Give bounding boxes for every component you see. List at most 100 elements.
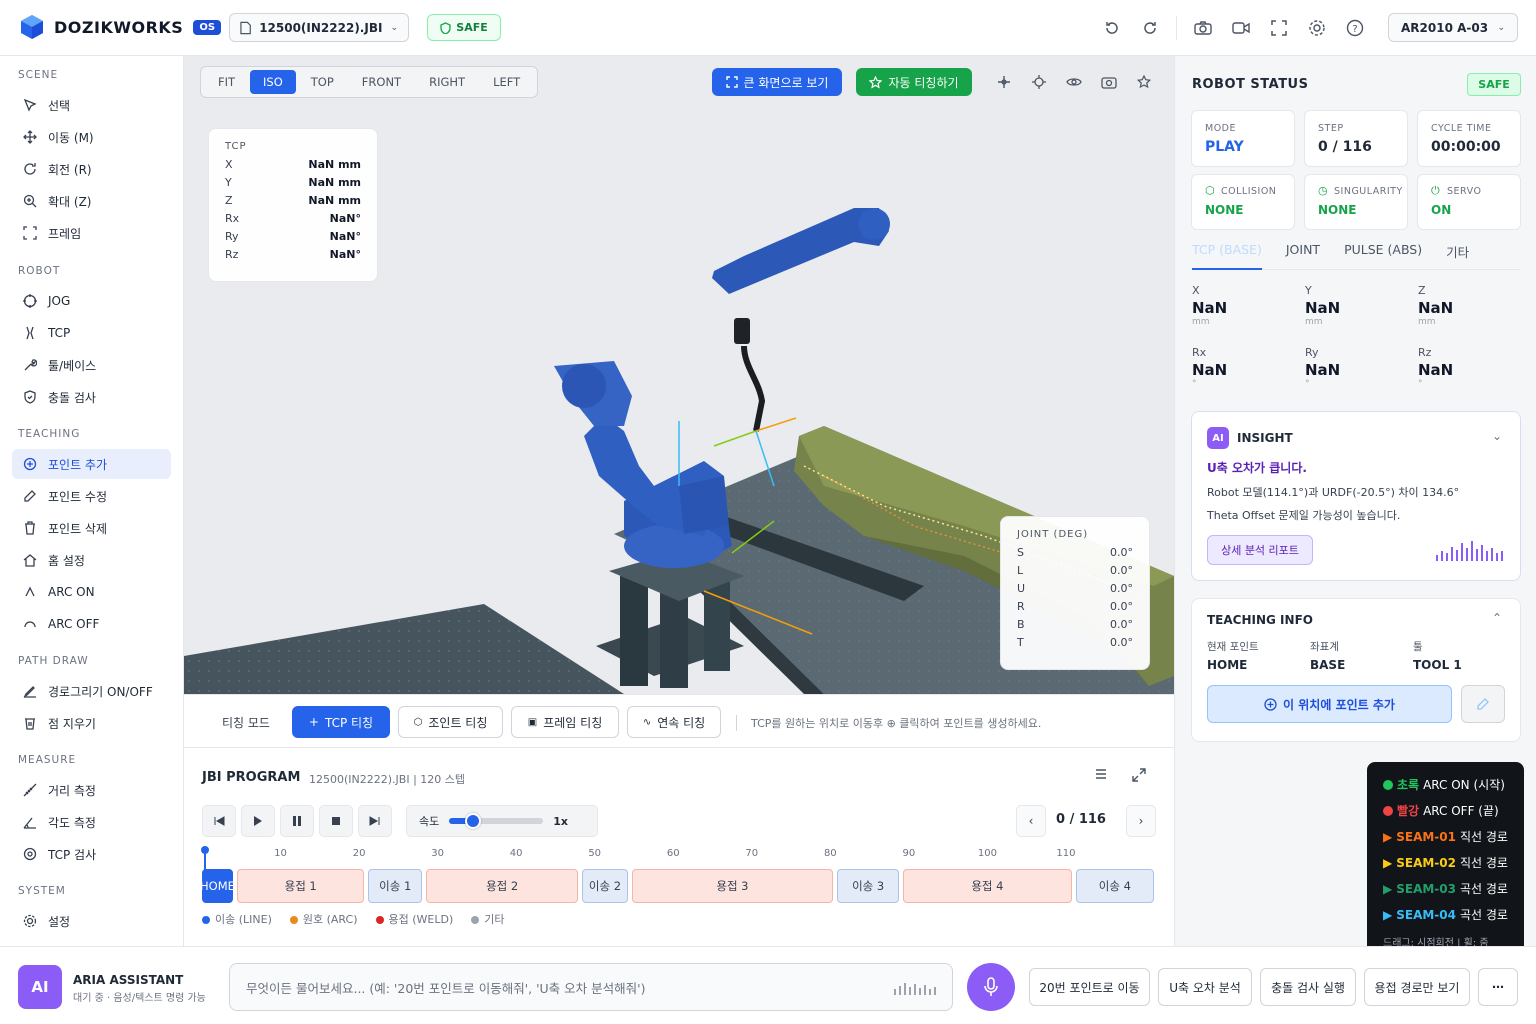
- arc-legend-tag: SEAM-02: [1396, 855, 1456, 870]
- sidebar-item-erase-points[interactable]: 점 지우기: [12, 708, 171, 738]
- joint-key: B: [1017, 618, 1025, 631]
- 3d-viewport[interactable]: FIT ISO TOP FRONT RIGHT LEFT 큰 화면으로 보기 자…: [184, 56, 1174, 694]
- joint-teach-button[interactable]: ⬡ 조인트 티칭: [398, 706, 503, 738]
- sidebar-item-jog[interactable]: JOG: [12, 286, 171, 316]
- sidebar-item-edit-point[interactable]: 포인트 수정: [12, 481, 171, 511]
- favorite-icon[interactable]: [1132, 70, 1156, 94]
- sidebar-item-path-draw-toggle[interactable]: 경로그리기 ON/OFF: [12, 676, 171, 706]
- view-tab-right[interactable]: RIGHT: [416, 70, 478, 94]
- continuous-teach-button[interactable]: ∿ 연속 티칭: [627, 706, 721, 738]
- target-icon[interactable]: [1027, 70, 1051, 94]
- quick-action-u-axis-analysis[interactable]: U축 오차 분석: [1158, 968, 1252, 1006]
- sidebar-item-tool-base[interactable]: 툴/베이스: [12, 350, 171, 380]
- skip-start-button[interactable]: [202, 805, 236, 837]
- file-dropdown[interactable]: 12500(IN2222).JBI ⌄: [229, 13, 409, 42]
- timeline-segment-weld[interactable]: 용접 4: [903, 869, 1072, 903]
- timeline-segment-move[interactable]: 이송 1: [368, 869, 423, 903]
- sidebar-item-angle[interactable]: 각도 측정: [12, 807, 171, 837]
- sidebar-item-frame[interactable]: 프레임: [12, 218, 171, 248]
- status-card-label: MODE: [1205, 123, 1236, 134]
- camera-icon[interactable]: [1191, 14, 1215, 42]
- pen-icon: [22, 683, 38, 699]
- undo-icon[interactable]: [1100, 14, 1124, 42]
- more-actions-button[interactable]: ⋯: [1478, 968, 1518, 1006]
- timeline-segment-move[interactable]: 이송 4: [1075, 869, 1154, 903]
- settings-icon[interactable]: [1305, 14, 1329, 42]
- tab-tcp-base[interactable]: TCP (BASE): [1192, 242, 1262, 270]
- chevron-up-icon[interactable]: ⌃: [1492, 611, 1502, 625]
- timeline-segment-move[interactable]: 이송 3: [837, 869, 900, 903]
- timeline-segment-move[interactable]: 이송 2: [582, 869, 628, 903]
- view-tab-fit[interactable]: FIT: [205, 70, 248, 94]
- expand-icon: [725, 76, 738, 88]
- view-tab-left[interactable]: LEFT: [480, 70, 533, 94]
- logo: DOZIKWORKS OS: [20, 14, 222, 40]
- sidebar-item-arc-on[interactable]: ARC ON: [12, 577, 171, 607]
- quick-action-move-point[interactable]: 20번 포인트로 이동: [1029, 968, 1150, 1006]
- sidebar-item-delete-point[interactable]: 포인트 삭제: [12, 513, 171, 543]
- microphone-button[interactable]: [967, 963, 1015, 1011]
- sidebar-item-add-point[interactable]: 포인트 추가: [12, 449, 171, 479]
- detail-report-button[interactable]: 상세 분석 리포트: [1207, 535, 1313, 565]
- assistant-input[interactable]: 무엇이든 물어보세요... (예: '20번 포인트로 이동해줘', 'U축 오…: [229, 963, 953, 1011]
- skip-end-button[interactable]: [358, 805, 392, 837]
- tab-joint[interactable]: JOINT: [1286, 242, 1320, 270]
- sidebar-item-select[interactable]: 선택: [12, 90, 171, 120]
- sidebar-item-collision-check[interactable]: 충돌 검사: [12, 382, 171, 412]
- status-card-label: COLLISION: [1221, 186, 1277, 197]
- joint-key: U: [1017, 582, 1026, 595]
- view-tab-front[interactable]: FRONT: [349, 70, 414, 94]
- status-card-value: 00:00:00: [1431, 139, 1501, 155]
- sidebar-item-zoom[interactable]: 확대 (Z): [12, 186, 171, 216]
- expand-icon[interactable]: [1132, 768, 1146, 785]
- sidebar-item-tcp[interactable]: TCP: [12, 318, 171, 348]
- view-tab-iso[interactable]: ISO: [250, 70, 296, 94]
- status-card-mode: MODE PLAY: [1191, 110, 1295, 167]
- sidebar-item-tcp-check[interactable]: TCP 검사: [12, 839, 171, 869]
- play-button[interactable]: [241, 805, 275, 837]
- sidebar-item-rotate[interactable]: 회전 (R): [12, 154, 171, 184]
- timeline-segment-weld[interactable]: 용접 1: [236, 869, 365, 903]
- auto-teach-button[interactable]: 자동 티칭하기: [856, 68, 972, 96]
- chevron-up-icon[interactable]: ⌄: [1492, 429, 1502, 443]
- help-icon[interactable]: ?: [1343, 14, 1367, 42]
- green-dot-icon: [1383, 779, 1393, 790]
- sidebar-item-label: 포인트 추가: [48, 457, 108, 472]
- sidebar-item-move[interactable]: 이동 (M): [12, 122, 171, 152]
- prev-step-button[interactable]: ‹: [1016, 805, 1046, 837]
- camera-icon[interactable]: [1097, 70, 1121, 94]
- sidebar-item-home-set[interactable]: 홈 설정: [12, 545, 171, 575]
- stop-button[interactable]: [319, 805, 353, 837]
- quick-action-collision-check[interactable]: 충돌 검사 실행: [1260, 968, 1356, 1006]
- tab-pulse-abs[interactable]: PULSE (ABS): [1344, 242, 1422, 270]
- tcp-teach-button[interactable]: + TCP 티칭: [292, 706, 390, 738]
- eye-icon[interactable]: [1062, 70, 1086, 94]
- edit-point-button[interactable]: [1461, 685, 1505, 723]
- timeline-segment-home[interactable]: HOME: [200, 869, 235, 903]
- timeline-segment-weld[interactable]: 용접 2: [426, 869, 579, 903]
- sidebar-item-settings[interactable]: 설정: [12, 906, 171, 936]
- tab-other[interactable]: 기타: [1446, 242, 1469, 270]
- sidebar-item-arc-off[interactable]: ARC OFF: [12, 609, 171, 639]
- sidebar-item-distance[interactable]: 거리 측정: [12, 775, 171, 805]
- insight-header: AI INSIGHT: [1207, 427, 1293, 449]
- fullscreen-icon[interactable]: [1267, 14, 1291, 42]
- video-icon[interactable]: [1229, 14, 1253, 42]
- quick-action-weld-path-only[interactable]: 용접 경로만 보기: [1364, 968, 1470, 1006]
- redo-icon[interactable]: [1138, 14, 1162, 42]
- timeline-segment-weld[interactable]: 용접 3: [631, 869, 834, 903]
- fullscreen-view-button[interactable]: 큰 화면으로 보기: [712, 68, 842, 96]
- robot-model-dropdown[interactable]: AR2010 A-03 ⌄: [1388, 13, 1518, 42]
- next-step-button[interactable]: ›: [1126, 805, 1156, 837]
- move-gizmo-icon[interactable]: [992, 70, 1016, 94]
- view-tab-top[interactable]: TOP: [298, 70, 347, 94]
- legend-label: 기타: [484, 913, 505, 926]
- speed-slider-knob[interactable]: [464, 813, 481, 829]
- speed-slider[interactable]: [449, 813, 544, 829]
- pause-button[interactable]: [280, 805, 314, 837]
- sidebar-item-label: ARC ON: [48, 585, 95, 599]
- add-point-here-button[interactable]: 이 위치에 포인트 추가: [1207, 685, 1452, 723]
- list-icon[interactable]: [1094, 768, 1108, 783]
- frame-teach-button[interactable]: ▣ 프레임 티칭: [511, 706, 619, 738]
- joint-value: 0.0°: [1110, 564, 1133, 577]
